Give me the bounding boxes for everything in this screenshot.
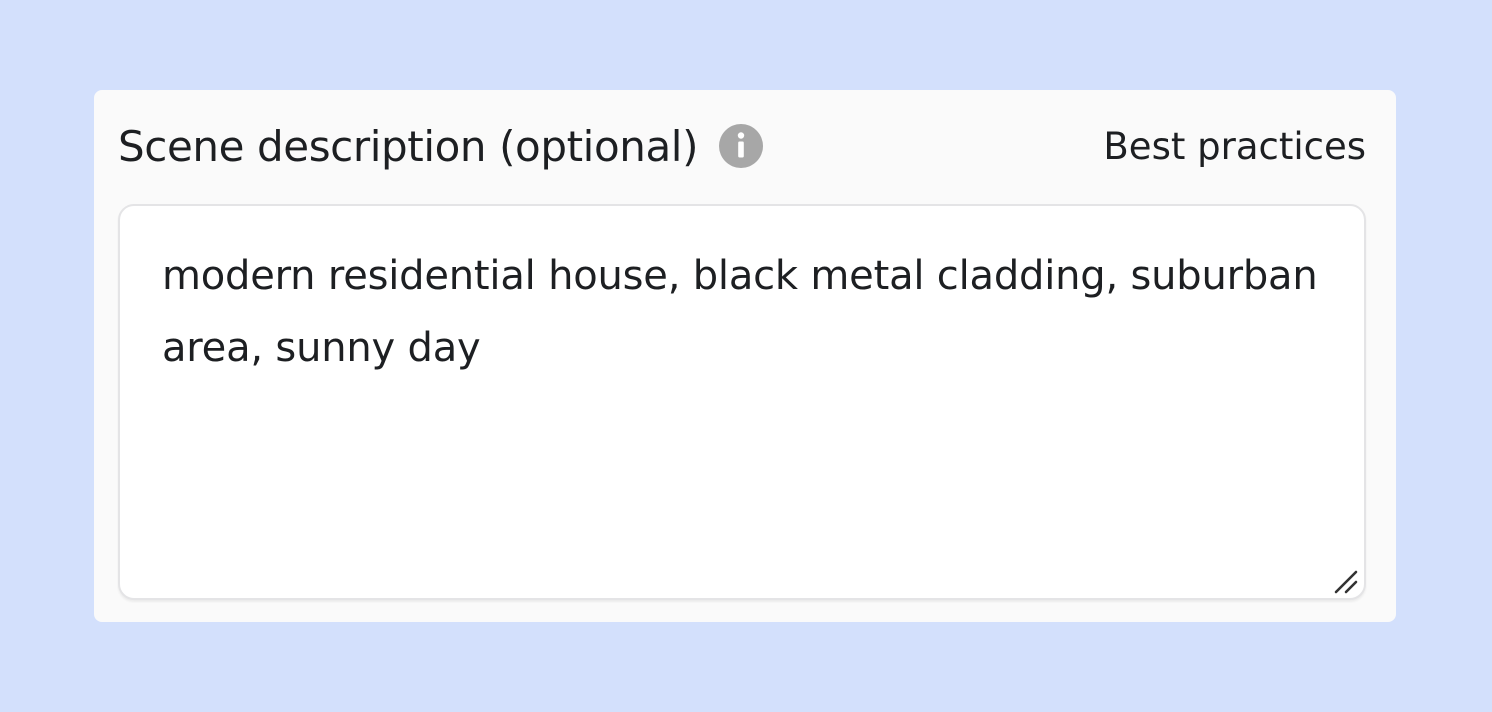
info-icon[interactable] (718, 123, 764, 169)
scene-description-input[interactable]: modern residential house, black metal cl… (120, 206, 1364, 598)
field-label: Scene description (optional) (118, 121, 699, 171)
label-group: Scene description (optional) (118, 122, 764, 171)
scene-description-panel: Scene description (optional) Best practi… (94, 90, 1396, 622)
resize-handle-icon[interactable] (1332, 568, 1360, 596)
field-header: Scene description (optional) Best practi… (118, 118, 1366, 174)
scene-description-box: modern residential house, black metal cl… (118, 204, 1366, 600)
best-practices-link[interactable]: Best practices (1103, 125, 1366, 168)
